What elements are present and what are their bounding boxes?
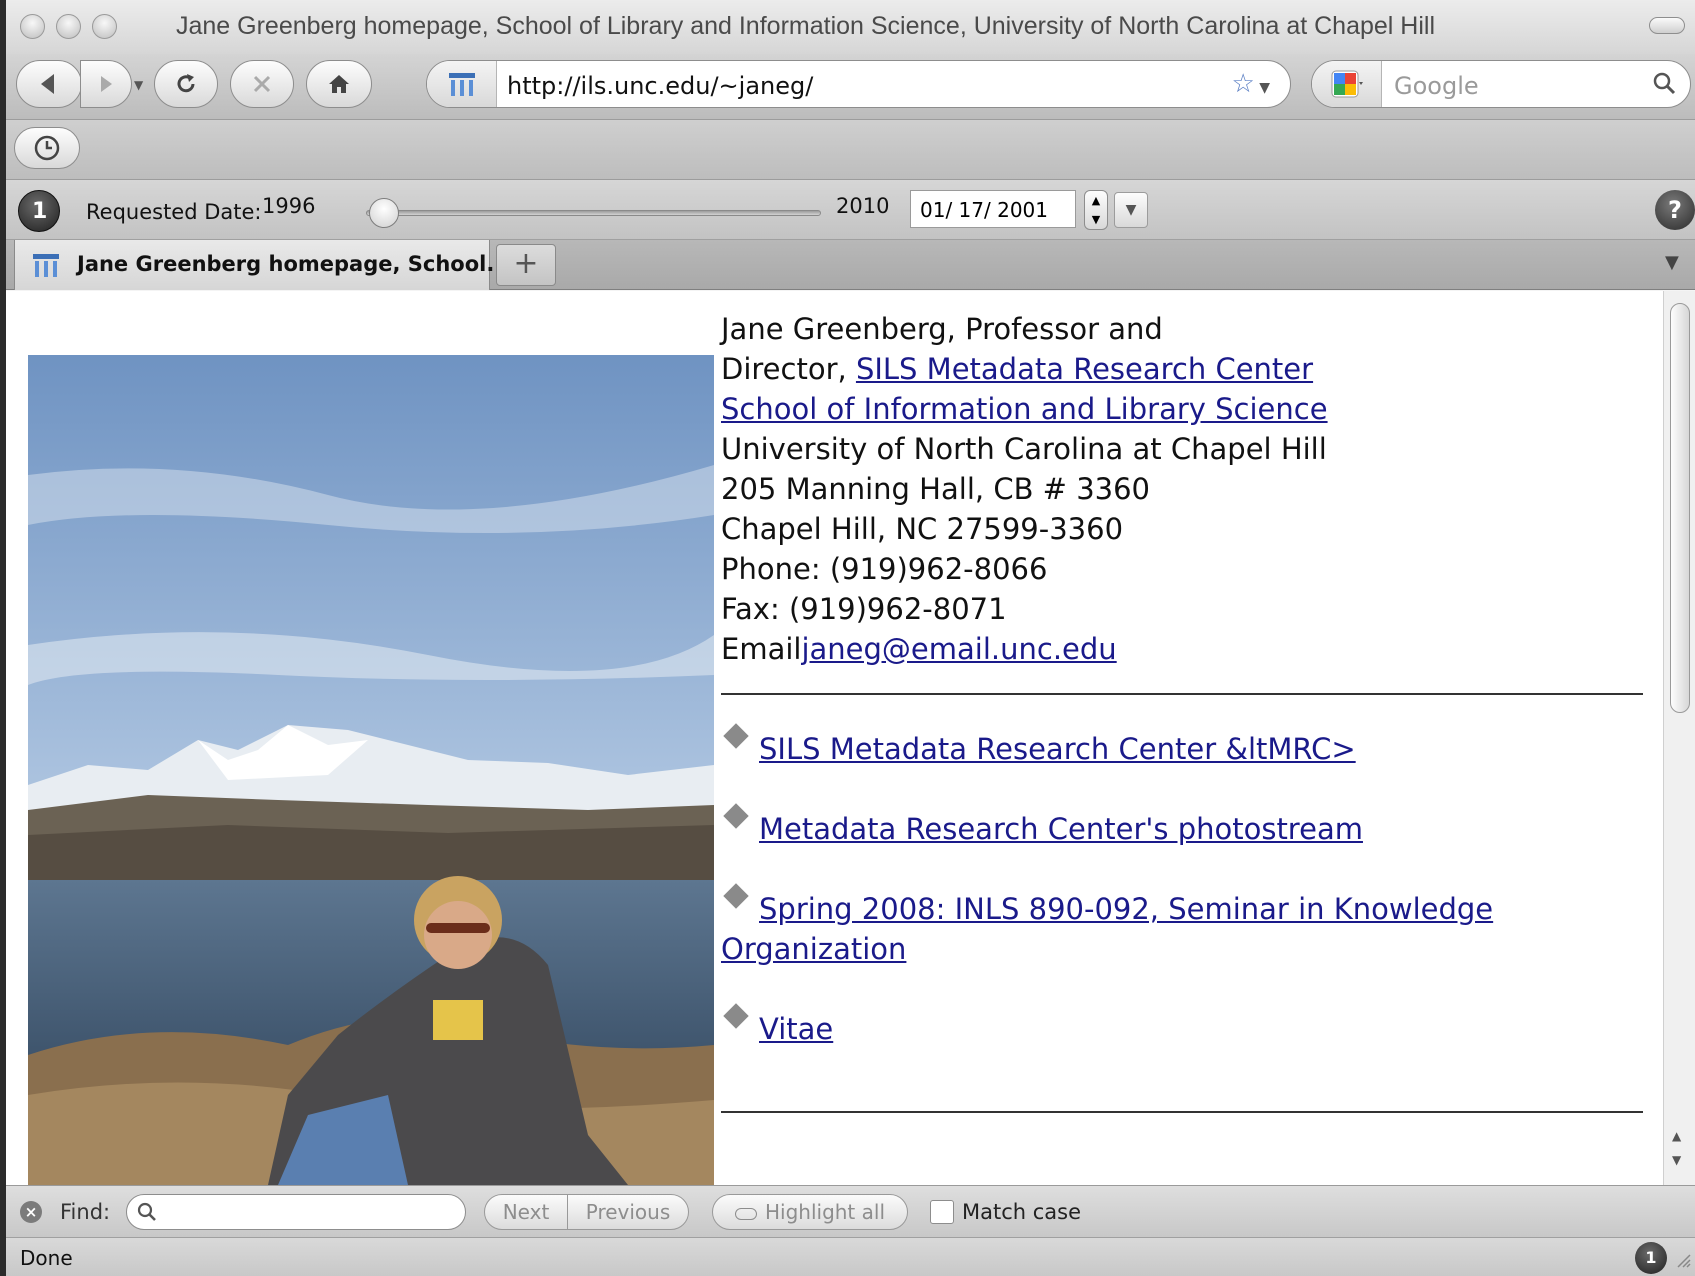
page-content: Jane Greenberg, Professor and Director, … — [6, 291, 1663, 1185]
resize-grip-icon[interactable] — [1673, 1250, 1691, 1268]
date-dropdown-button[interactable]: ▼ — [1114, 192, 1148, 228]
reload-icon — [177, 74, 195, 93]
close-find-bar-icon[interactable]: × — [20, 1201, 42, 1223]
date-slider-thumb[interactable] — [369, 198, 400, 228]
vertical-scrollbar[interactable]: ▲ ▼ — [1663, 291, 1695, 1185]
status-bar: Done 1 — [6, 1237, 1695, 1276]
site-favicon-icon — [33, 254, 59, 277]
diamond-bullet-icon — [723, 723, 749, 749]
search-icon[interactable] — [1652, 71, 1676, 95]
divider — [721, 1111, 1643, 1113]
home-button[interactable] — [306, 60, 372, 108]
director-prefix: Director, — [721, 352, 856, 386]
date-slider-track[interactable] — [366, 210, 821, 216]
google-logo-icon — [1331, 70, 1363, 98]
name-title: Jane Greenberg, Professor and — [721, 312, 1163, 346]
forward-button[interactable] — [80, 60, 132, 108]
clock-icon — [34, 135, 60, 161]
tab-jane-greenberg[interactable]: Jane Greenberg homepage, School... — [14, 240, 510, 290]
wayback-machine-icon[interactable]: 1 — [18, 190, 60, 232]
title-bar: Jane Greenberg homepage, School of Libra… — [6, 0, 1695, 54]
list-item: Metadata Research Center's photostream — [721, 803, 1651, 849]
find-bar: × Find: Next Previous Highlight all Matc… — [6, 1185, 1695, 1237]
address-line-2: Chapel Hill, NC 27599-3360 — [721, 512, 1124, 546]
home-icon — [329, 75, 349, 93]
diamond-bullet-icon — [723, 803, 749, 829]
mrc-link[interactable]: SILS Metadata Research Center &ltMRC> — [759, 732, 1356, 766]
find-previous-button[interactable]: Previous — [567, 1194, 689, 1230]
search-placeholder[interactable]: Google — [1394, 72, 1479, 100]
scroll-up-arrow-icon[interactable]: ▲ — [1672, 1129, 1681, 1143]
email-line: Emailjaneg@email.unc.edu — [721, 629, 1651, 669]
find-next-button[interactable]: Next — [484, 1194, 568, 1230]
list-item: Vitae — [721, 1003, 1651, 1049]
email-link[interactable]: janeg@email.unc.edu — [801, 632, 1116, 666]
address-bar[interactable]: http://ils.unc.edu/~janeg/ ☆ ▼ — [426, 60, 1291, 108]
photostream-link[interactable]: Metadata Research Center's photostream — [759, 812, 1363, 846]
match-case-label[interactable]: Match case — [962, 1200, 1081, 1224]
find-label: Find: — [60, 1200, 111, 1224]
profile-photo — [28, 355, 714, 1185]
stop-icon — [253, 75, 271, 93]
history-button[interactable] — [14, 127, 80, 169]
forward-arrow-icon — [101, 76, 112, 92]
tab-label: Jane Greenberg homepage, School... — [77, 252, 511, 276]
diamond-bullet-icon — [723, 883, 749, 909]
site-identity-button[interactable] — [427, 61, 497, 107]
browser-window: Jane Greenberg homepage, School of Libra… — [6, 0, 1695, 1276]
fax-text: Fax: (919)962-8071 — [721, 592, 1007, 626]
history-toolbar — [6, 120, 1695, 180]
highlight-all-label: Highlight all — [764, 1200, 886, 1224]
minimize-window-button[interactable] — [56, 14, 81, 39]
tab-bar: Jane Greenberg homepage, School... + ▼ — [6, 240, 1695, 290]
history-dropdown-icon[interactable]: ▼ — [134, 78, 143, 92]
close-window-button[interactable] — [20, 14, 45, 39]
slider-start-year: 1996 — [262, 194, 316, 218]
sils-mrc-link[interactable]: SILS Metadata Research Center — [856, 352, 1313, 386]
search-bar[interactable]: Google — [1311, 60, 1691, 108]
director-line: Director, SILS Metadata Research Center — [721, 349, 1651, 389]
slider-end-year: 2010 — [836, 194, 890, 218]
list-item: Spring 2008: INLS 890-092, Seminar in Kn… — [721, 883, 1651, 969]
toolbar-toggle-button[interactable] — [1649, 17, 1685, 34]
scroll-down-arrow-icon[interactable]: ▼ — [1672, 1153, 1681, 1167]
window-title: Jane Greenberg homepage, School of Libra… — [176, 12, 1435, 40]
tab-list-icon[interactable]: ▼ — [1665, 252, 1693, 273]
date-stepper[interactable]: ▲ ▼ — [1084, 190, 1108, 230]
find-input[interactable] — [126, 1194, 466, 1230]
back-button[interactable] — [16, 60, 82, 108]
navigation-toolbar: ▼ http://ils.unc.edu/~janeg/ ☆ ▼ Google — [6, 54, 1695, 120]
site-favicon-icon — [448, 73, 475, 96]
url-text[interactable]: http://ils.unc.edu/~janeg/ — [507, 72, 813, 100]
address-line-1: 205 Manning Hall, CB # 3360 — [721, 472, 1150, 506]
university-text: University of North Carolina at Chapel H… — [721, 432, 1327, 466]
divider — [721, 693, 1643, 695]
vitae-link[interactable]: Vitae — [759, 1012, 833, 1046]
wayback-date-toolbar: 1 Requested Date: 1996 2010 01/ 17/ 2001… — [6, 180, 1695, 240]
diamond-bullet-icon — [723, 1003, 749, 1029]
seminar-link[interactable]: Spring 2008: INLS 890-092, Seminar in Kn… — [721, 892, 1493, 966]
help-icon[interactable]: ? — [1655, 190, 1695, 230]
stop-button[interactable] — [230, 60, 294, 108]
school-link[interactable]: School of Information and Library Scienc… — [721, 392, 1328, 426]
back-arrow-icon — [41, 74, 54, 94]
scrollbar-thumb[interactable] — [1670, 303, 1690, 713]
match-case-checkbox[interactable] — [930, 1200, 954, 1224]
requested-date-field[interactable]: 01/ 17/ 2001 — [910, 190, 1076, 228]
search-icon — [137, 1202, 156, 1221]
phone-text: Phone: (919)962-8066 — [721, 552, 1048, 586]
search-engine-button[interactable] — [1312, 61, 1382, 107]
email-label: Email — [721, 632, 802, 666]
highlight-all-button[interactable]: Highlight all — [712, 1194, 908, 1230]
list-item: SILS Metadata Research Center &ltMRC> — [721, 723, 1651, 769]
requested-date-label: Requested Date: — [86, 200, 262, 224]
bookmark-star-icon[interactable]: ☆ ▼ — [1231, 69, 1270, 99]
status-text: Done — [20, 1246, 73, 1270]
new-tab-button[interactable]: + — [496, 244, 556, 286]
wayback-status-icon[interactable]: 1 — [1635, 1242, 1667, 1274]
profile-info: Jane Greenberg, Professor and Director, … — [721, 309, 1651, 1113]
reload-button[interactable] — [154, 60, 218, 108]
highlight-toggle-icon — [734, 1207, 757, 1220]
zoom-window-button[interactable] — [92, 14, 117, 39]
